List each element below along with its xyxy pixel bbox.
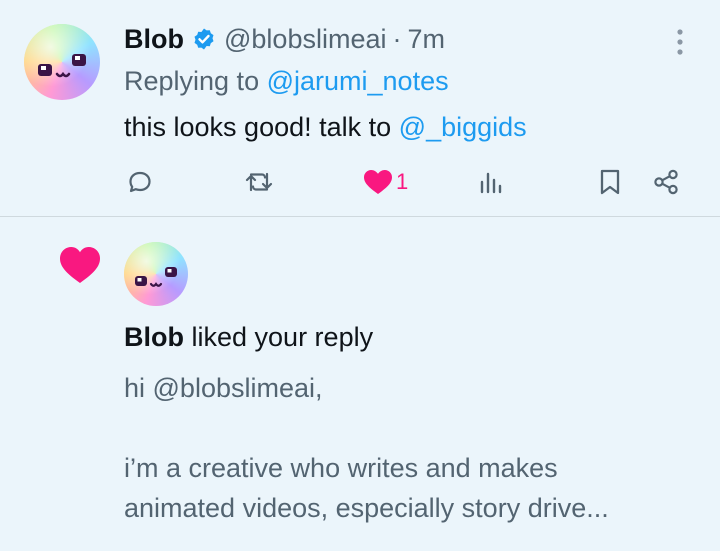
slime-face-icon xyxy=(38,54,86,78)
tweet-text-prefix: this looks good! talk to xyxy=(124,112,399,142)
author-handle[interactable]: @blobslimeai xyxy=(224,24,386,55)
bookmark-icon xyxy=(600,169,620,195)
avatar[interactable] xyxy=(124,242,188,306)
notification-text[interactable]: Blob liked your reply xyxy=(124,322,373,353)
mention-link[interactable]: @_biggids xyxy=(399,112,527,142)
tweet-header: Blob @blobslimeai · 7m xyxy=(124,22,445,56)
notification-action: liked your reply xyxy=(184,322,374,352)
heart-icon xyxy=(364,170,392,194)
preview-line: hi @blobslimeai, xyxy=(124,373,323,403)
slime-face-icon xyxy=(135,267,177,287)
share-icon xyxy=(654,169,678,195)
retweet-icon xyxy=(245,172,273,192)
replying-prefix: Replying to xyxy=(124,66,267,96)
notification-actor[interactable]: Blob xyxy=(124,322,184,352)
verified-badge-icon xyxy=(192,27,216,51)
bookmark-button[interactable] xyxy=(598,160,622,204)
replying-to-link[interactable]: @jarumi_notes xyxy=(267,66,449,96)
action-bar: 1 xyxy=(0,160,720,204)
like-button[interactable]: 1 xyxy=(362,160,408,204)
heart-icon xyxy=(58,244,102,286)
preview-line: i’m a creative who writes and makes xyxy=(124,453,558,483)
reply-button[interactable] xyxy=(126,160,154,204)
timestamp[interactable]: 7m xyxy=(407,24,445,55)
like-count: 1 xyxy=(396,169,409,194)
views-icon xyxy=(480,172,502,194)
notification-preview[interactable]: hi @blobslimeai, i’m a creative who writ… xyxy=(124,368,704,528)
separator: · xyxy=(392,23,402,54)
more-options-icon[interactable] xyxy=(668,26,692,58)
replying-to: Replying to @jarumi_notes xyxy=(124,66,449,97)
reply-icon xyxy=(129,171,151,193)
tweet-text: this looks good! talk to @_biggids xyxy=(124,112,527,143)
share-button[interactable] xyxy=(652,160,680,204)
preview-line: animated videos, especially story drive.… xyxy=(124,493,609,523)
retweet-button[interactable] xyxy=(244,160,274,204)
avatar[interactable] xyxy=(24,24,100,100)
divider xyxy=(0,216,720,217)
views-button[interactable] xyxy=(478,160,504,204)
reply-tweet[interactable]: Blob @blobslimeai · 7m Replying to @jaru… xyxy=(0,0,720,217)
author-name[interactable]: Blob xyxy=(124,24,184,55)
